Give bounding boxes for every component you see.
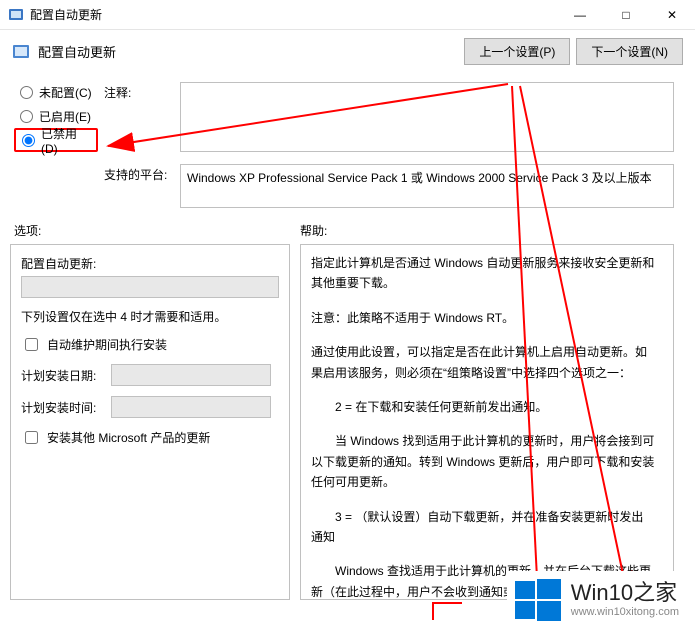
next-setting-button[interactable]: 下一个设置(N) [576, 38, 683, 65]
help-p2: 注意：此策略不适用于 Windows RT。 [311, 308, 655, 328]
radio-disabled-input[interactable] [22, 134, 35, 147]
configure-update-label: 配置自动更新: [21, 257, 96, 271]
install-other-input[interactable] [25, 431, 38, 444]
window-titlebar: 配置自动更新 — □ ✕ [0, 0, 695, 30]
help-p5: 当 Windows 找到适用于此计算机的更新时，用户将会接到可以下载更新的通知。… [311, 431, 655, 492]
maximize-button[interactable]: □ [603, 0, 649, 29]
schedule-time-select[interactable] [111, 396, 271, 418]
options-note: 下列设置仅在选中 4 时才需要和适用。 [21, 308, 226, 325]
options-heading: 选项: [14, 222, 41, 239]
radio-disabled-label: 已禁用(D) [41, 125, 92, 156]
radio-enabled-input[interactable] [20, 110, 33, 123]
install-other-checkbox[interactable]: 安装其他 Microsoft 产品的更新 [21, 428, 210, 447]
watermark: Win10之家 www.win10xitong.com [507, 571, 687, 629]
previous-setting-button[interactable]: 上一个设置(P) [464, 38, 570, 65]
help-p1: 指定此计算机是否通过 Windows 自动更新服务来接收安全更新和其他重要下载。 [311, 253, 655, 294]
help-panel[interactable]: 指定此计算机是否通过 Windows 自动更新服务来接收安全更新和其他重要下载。… [300, 244, 674, 600]
platform-label: 支持的平台: [104, 164, 167, 190]
options-panel: 配置自动更新: 下列设置仅在选中 4 时才需要和适用。 自动维护期间执行安装 计… [10, 244, 290, 600]
help-p3: 通过使用此设置，可以指定是否在此计算机上启用自动更新。如果启用该服务，则必须在“… [311, 342, 655, 383]
comment-textarea[interactable] [180, 82, 674, 152]
app-icon [8, 7, 24, 23]
annotation-bracket [432, 602, 462, 620]
field-labels: 注释: 支持的平台: [104, 82, 167, 190]
schedule-time-label: 计划安装时间: [21, 399, 111, 416]
help-p4: 2 = 在下载和安装任何更新前发出通知。 [311, 397, 655, 417]
watermark-url: www.win10xitong.com [571, 606, 679, 618]
radio-not-configured[interactable]: 未配置(C) [14, 80, 98, 104]
window-title: 配置自动更新 [30, 6, 557, 23]
help-heading: 帮助: [300, 222, 327, 239]
auto-maintenance-input[interactable] [25, 338, 38, 351]
radio-enabled-label: 已启用(E) [39, 108, 91, 125]
watermark-title: Win10之家 [571, 582, 679, 604]
close-button[interactable]: ✕ [649, 0, 695, 29]
configure-update-select[interactable] [21, 276, 279, 298]
schedule-day-select[interactable] [111, 364, 271, 386]
header-row: 配置自动更新 上一个设置(P) 下一个设置(N) [0, 30, 695, 75]
supported-platforms-text: Windows XP Professional Service Pack 1 或… [187, 171, 652, 185]
radio-not-configured-label: 未配置(C) [39, 84, 92, 101]
auto-maintenance-checkbox[interactable]: 自动维护期间执行安装 [21, 335, 167, 354]
auto-maintenance-label: 自动维护期间执行安装 [47, 336, 167, 353]
install-other-label: 安装其他 Microsoft 产品的更新 [47, 429, 210, 446]
windows-logo-icon [515, 577, 561, 623]
comment-label: 注释: [104, 82, 167, 164]
radio-disabled[interactable]: 已禁用(D) [14, 128, 98, 152]
schedule-day-label: 计划安装日期: [21, 367, 111, 384]
radio-not-configured-input[interactable] [20, 86, 33, 99]
policy-icon [12, 43, 30, 61]
state-radio-group: 未配置(C) 已启用(E) 已禁用(D) [14, 80, 98, 152]
supported-platforms-box: Windows XP Professional Service Pack 1 或… [180, 164, 674, 208]
page-title: 配置自动更新 [38, 42, 458, 61]
minimize-button[interactable]: — [557, 0, 603, 29]
help-p6: 3 = （默认设置）自动下载更新，并在准备安装更新时发出通知 [311, 507, 655, 548]
